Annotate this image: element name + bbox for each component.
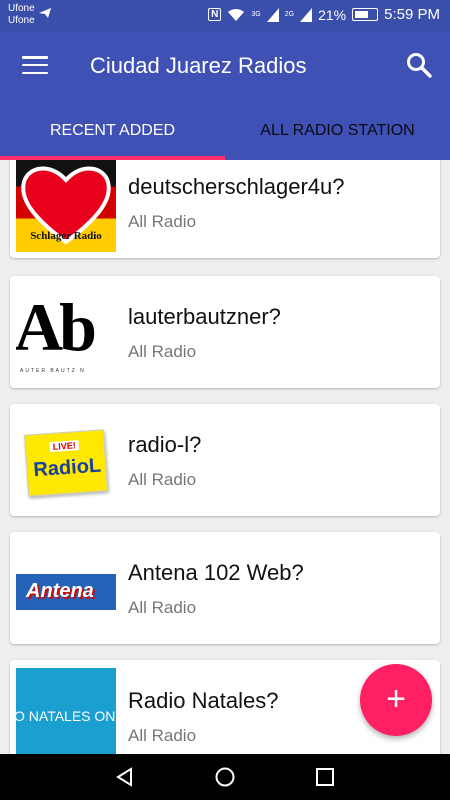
carrier-1: Ufone: [8, 3, 35, 14]
battery-icon: [352, 8, 379, 21]
home-icon[interactable]: [214, 766, 236, 788]
station-category: All Radio: [128, 212, 197, 231]
logo-text: Antena: [26, 580, 94, 602]
status-bar: Ufone Ufone N 3G 2G 21% 5:59 PM: [0, 0, 450, 32]
app-title: Ciudad Juarez Radios: [90, 53, 307, 78]
back-icon[interactable]: [114, 766, 136, 788]
add-button[interactable]: +: [360, 664, 432, 736]
nfc-icon: N: [208, 8, 222, 21]
network-1-label: 3G: [251, 11, 261, 18]
signal-icon: [300, 7, 313, 22]
status-icons: N 3G 2G 21% 5:59 PM: [208, 6, 440, 23]
battery-percent: 21%: [318, 6, 347, 23]
signal-icon: [266, 7, 279, 22]
station-logo: Schlager Radio: [16, 160, 116, 252]
logo-text: Schlager Radio: [30, 230, 102, 242]
network-2-label: 2G: [284, 11, 295, 18]
clock: 5:59 PM: [384, 6, 440, 23]
hamburger-menu-icon[interactable]: [22, 54, 48, 76]
logo-banner: Antena: [16, 574, 116, 610]
search-icon[interactable]: [404, 50, 434, 80]
add-icon: +: [386, 680, 406, 718]
station-name: Antena 102 Web?: [128, 560, 304, 585]
carrier-2: Ufone: [8, 15, 35, 26]
wifi-icon: [228, 8, 245, 21]
station-category: All Radio: [128, 342, 197, 361]
carrier-info: Ufone Ufone: [8, 3, 35, 27]
tab-recent-added[interactable]: RECENT ADDED: [0, 104, 225, 160]
station-list: Schlager Radio deutscherschlager4u? All …: [0, 160, 450, 754]
station-name: deutscherschlager4u?: [128, 174, 345, 199]
send-icon: [39, 8, 51, 18]
logo-text: O NATALES ON: [16, 708, 116, 724]
logo-text: RadioL: [32, 454, 102, 482]
station-name: Radio Natales?: [128, 688, 279, 713]
station-card[interactable]: Ab AUTER BAUTZ N lauterbautzner? All Rad…: [10, 276, 440, 388]
station-name: lauterbautzner?: [128, 304, 281, 329]
app-bar: Ciudad Juarez Radios RECENT ADDED ALL RA…: [0, 32, 450, 160]
station-category: All Radio: [128, 726, 197, 745]
navigation-bar: [0, 754, 450, 800]
logo-badge: LIVE!: [49, 440, 80, 453]
station-logo: Antena: [16, 540, 116, 638]
logo-badge-box: LIVE! RadioL: [23, 429, 109, 497]
station-card[interactable]: Antena Antena 102 Web? All Radio: [10, 532, 440, 644]
tab-all-radio-station[interactable]: ALL RADIO STATION: [225, 104, 450, 160]
station-category: All Radio: [128, 470, 197, 489]
station-card[interactable]: LIVE! RadioL radio-l? All Radio: [10, 404, 440, 516]
logo-text: Ab: [16, 289, 97, 365]
tab-bar: RECENT ADDED ALL RADIO STATION: [0, 104, 450, 160]
station-category: All Radio: [128, 598, 197, 617]
station-logo: Ab AUTER BAUTZ N: [16, 284, 116, 382]
station-logo: O NATALES ON: [16, 668, 116, 754]
station-card[interactable]: Schlager Radio deutscherschlager4u? All …: [10, 160, 440, 258]
recents-icon[interactable]: [314, 766, 336, 788]
logo-subtext: AUTER BAUTZ N: [20, 368, 86, 374]
station-logo: LIVE! RadioL: [16, 412, 116, 510]
station-name: radio-l?: [128, 432, 202, 457]
